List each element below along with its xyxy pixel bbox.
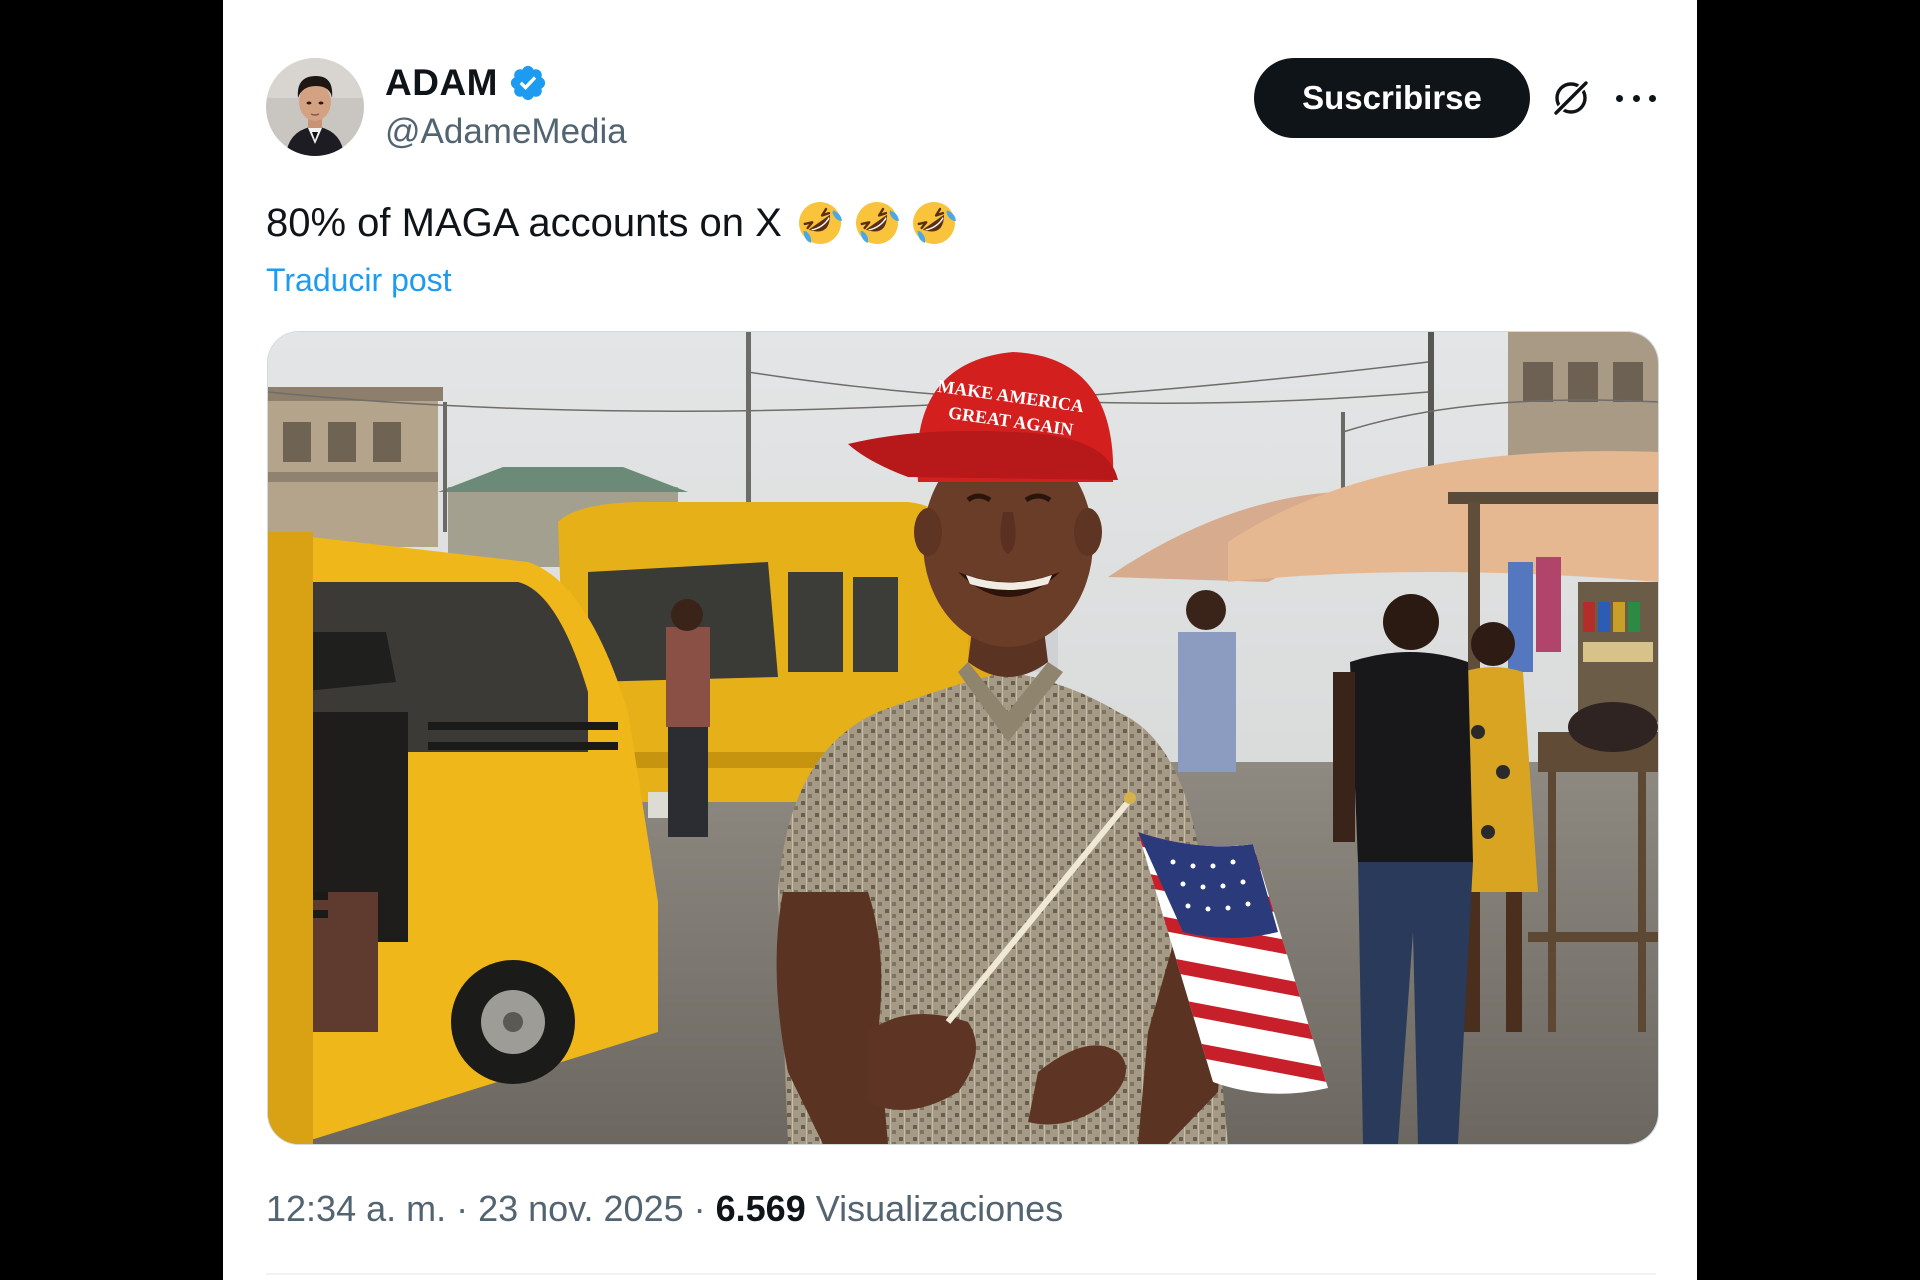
- views-label: Visualizaciones: [815, 1188, 1064, 1229]
- translate-post-link[interactable]: Traducir post: [266, 262, 452, 299]
- post-text: 80% of MAGA accounts on X: [266, 198, 959, 248]
- page: ADAM @AdameMedia Suscribirse 80% of MAGA…: [0, 0, 1920, 1280]
- post-card: ADAM @AdameMedia Suscribirse 80% of MAGA…: [223, 0, 1697, 1280]
- author-handle[interactable]: @AdameMedia: [385, 112, 627, 152]
- author-avatar[interactable]: [266, 58, 364, 156]
- author-name-row[interactable]: ADAM: [385, 60, 548, 106]
- post-text-content: 80% of MAGA accounts on X: [266, 200, 782, 245]
- rolling-laughing-emoji-icon: [912, 202, 956, 244]
- post-time[interactable]: 12:34 a. m.: [266, 1188, 446, 1230]
- divider: [266, 1273, 1656, 1275]
- verified-badge-icon: [510, 65, 546, 101]
- post-meta: 12:34 a. m. · 23 nov. 2025 · 6.569 Visua…: [266, 1188, 1063, 1230]
- rolling-laughing-emoji-icon: [855, 202, 899, 244]
- meta-separator: ·: [693, 1188, 706, 1229]
- post-media-image[interactable]: MAKE AMERICA GREAT AGAIN: [267, 331, 1659, 1145]
- subscribe-button[interactable]: Suscribirse: [1254, 58, 1530, 138]
- post-date[interactable]: 23 nov. 2025: [478, 1188, 684, 1230]
- rolling-laughing-emoji-icon: [798, 202, 842, 244]
- author-name[interactable]: ADAM: [385, 62, 498, 104]
- grok-icon[interactable]: [1549, 76, 1593, 120]
- meta-separator: ·: [456, 1188, 469, 1229]
- views-count: 6.569: [715, 1188, 806, 1229]
- more-dots-icon[interactable]: [1616, 80, 1656, 116]
